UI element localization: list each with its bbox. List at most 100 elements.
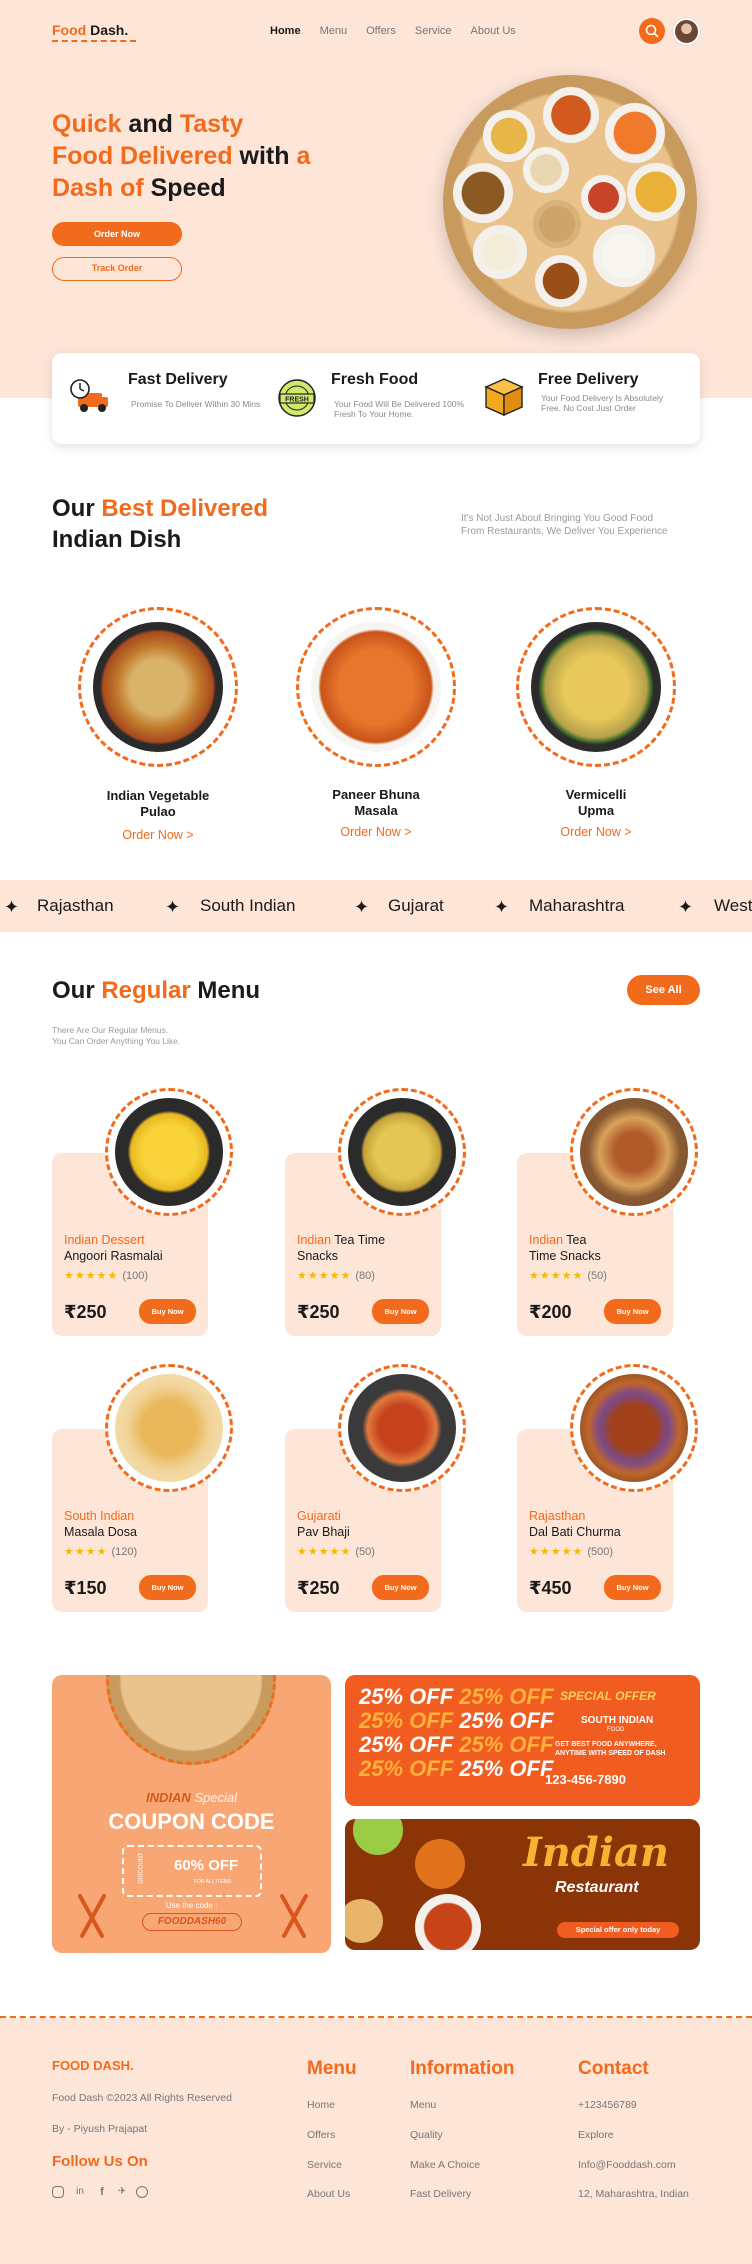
buy-now-button[interactable]: Buy Now (604, 1299, 661, 1324)
contact-phone[interactable]: +123456789 (578, 2099, 637, 2111)
fresh-badge-icon: FRESH (278, 379, 316, 417)
nav-menu[interactable]: Menu (320, 25, 348, 37)
logo-underline (52, 40, 136, 42)
indian-restaurant-banner[interactable]: Indian Restaurant Special offer only tod… (345, 1819, 700, 1950)
feature-subtitle: Your Food Delivery Is Absolutely Free. N… (541, 393, 664, 413)
thali-image (106, 1675, 276, 1765)
best-delivered-subtitle: It's Not Just About Bringing You Good Fo… (461, 513, 668, 537)
star-rating: ★★★★ (120) (64, 1546, 138, 1558)
buy-now-button[interactable]: Buy Now (372, 1299, 429, 1324)
follow-us-title: Follow Us On (52, 2153, 148, 2170)
fork-spoon-icon (280, 1894, 308, 1938)
dosa-image (115, 1374, 223, 1482)
search-button[interactable] (639, 18, 665, 44)
order-now-link[interactable]: Order Now > (516, 825, 676, 839)
nav-about-us[interactable]: About Us (471, 25, 516, 37)
menu-category: South Indian (64, 1509, 135, 1523)
menu-item-name: Time Snacks (529, 1249, 601, 1263)
paneer-image (311, 622, 441, 752)
coupon-banner[interactable]: INDIAN Special COUPON CODE DISCOUNT 60% … (52, 1675, 331, 1953)
region-item[interactable]: West (714, 896, 752, 916)
dal-bowl (483, 110, 535, 162)
buy-now-button[interactable]: Buy Now (604, 1575, 661, 1600)
footer-link[interactable]: Home (307, 2099, 335, 2111)
user-avatar[interactable] (673, 18, 700, 45)
menu-category: Indian Dessert (64, 1233, 145, 1247)
twitter-icon[interactable]: ✈ (116, 2186, 128, 2198)
sabzi-bowl (453, 163, 513, 223)
fork-spoon-icon (78, 1894, 106, 1938)
track-order-button[interactable]: Track Order (52, 257, 182, 281)
dribbble-icon[interactable] (136, 2186, 148, 2198)
star-rating: ★★★★★ (500) (529, 1546, 614, 1558)
rasmalai-image (115, 1098, 223, 1206)
footer-copyright: Food Dash ©2023 All Rights Reserved (52, 2092, 232, 2104)
gulab-jamun-bowl (535, 255, 587, 307)
nav-offers[interactable]: Offers (366, 25, 396, 37)
feature-subtitle: Promise To Deliver Within 30 Mins (131, 399, 261, 409)
contact-email[interactable]: Info@Fooddash.com (578, 2159, 676, 2171)
menu-category: Gujarati (297, 1509, 341, 1523)
nav-home[interactable]: Home (270, 25, 301, 37)
footer-link[interactable]: Make A Choice (410, 2159, 480, 2171)
carrot-bowl (605, 103, 665, 163)
linkedin-icon[interactable]: in (74, 2186, 86, 2198)
region-item[interactable]: Maharashtra (529, 896, 624, 916)
dish-name: Vermicelli Upma (565, 787, 627, 818)
footer (0, 2018, 752, 2264)
footer-link[interactable]: Menu (410, 2099, 436, 2111)
nav-service[interactable]: Service (415, 25, 452, 37)
logo[interactable]: Food Dash. (52, 22, 128, 38)
footer-logo[interactable]: FOOD DASH. (52, 2058, 134, 2073)
buy-now-button[interactable]: Buy Now (139, 1575, 196, 1600)
menu-item-name: Snacks (297, 1249, 338, 1263)
contact-explore[interactable]: Explore (578, 2129, 614, 2141)
offer-text: 25% OFF 25% OFF (359, 1732, 554, 1757)
features-card: Fast Delivery Promise To Deliver Within … (52, 353, 700, 444)
rice-bowl (593, 225, 655, 287)
coupon-code[interactable]: FOODDASH60 (142, 1913, 242, 1931)
region-item[interactable]: South Indian (200, 896, 295, 916)
poha-image (348, 1098, 456, 1206)
coupon-kicker: INDIAN Special (145, 1790, 238, 1805)
upma-image (531, 622, 661, 752)
footer-information-title: Information (410, 2058, 515, 2079)
samosa-image (345, 1899, 383, 1943)
offer-text: 25% OFF 25% OFF (359, 1684, 554, 1709)
region-item[interactable]: Gujarat (388, 896, 444, 916)
regular-menu-subtitle: There Are Our Regular Menus. You Can Ord… (52, 1025, 181, 1046)
dal-bati-image (580, 1374, 688, 1482)
footer-link[interactable]: Offers (307, 2129, 335, 2141)
offer-text: 25% OFF 25% OFF (359, 1708, 554, 1733)
footer-link[interactable]: About Us (307, 2188, 350, 2200)
menu-price: ₹200 (529, 1302, 572, 1322)
curry-bowl (543, 87, 599, 143)
buy-now-button[interactable]: Buy Now (372, 1575, 429, 1600)
menu-category: Indian Tea Time (297, 1233, 386, 1247)
footer-menu-title: Menu (307, 2058, 357, 2079)
order-now-link[interactable]: Order Now > (78, 828, 238, 842)
sparkle-icon: ✦ (165, 897, 181, 917)
footer-link[interactable]: Fast Delivery (410, 2188, 471, 2200)
see-all-button[interactable]: See All (627, 975, 700, 1005)
box-icon (484, 378, 524, 417)
best-delivered-title: Our Best Delivered Indian Dish (52, 495, 269, 553)
special-offer-banner[interactable]: 25% OFF 25% OFF 25% OFF 25% OFF 25% OFF … (345, 1675, 700, 1806)
menu-item-name: Angoori Rasmalai (64, 1249, 163, 1263)
order-now-button[interactable]: Order Now (52, 222, 182, 246)
region-item[interactable]: Rajasthan (37, 896, 114, 916)
order-now-link[interactable]: Order Now > (296, 825, 456, 839)
spice-image (415, 1839, 465, 1889)
menu-price: ₹250 (297, 1578, 340, 1598)
search-icon (645, 24, 659, 38)
instagram-icon[interactable] (52, 2186, 64, 2198)
roti-stack (533, 200, 581, 248)
footer-link[interactable]: Quality (410, 2129, 443, 2141)
feature-title: Free Delivery (538, 371, 639, 388)
buy-now-button[interactable]: Buy Now (139, 1299, 196, 1324)
regular-menu-title: Our Regular Menu (52, 977, 261, 1004)
facebook-icon[interactable]: f (96, 2186, 108, 2198)
footer-link[interactable]: Service (307, 2159, 342, 2171)
menu-price: ₹150 (64, 1578, 107, 1598)
kadhi-bowl (627, 163, 685, 221)
